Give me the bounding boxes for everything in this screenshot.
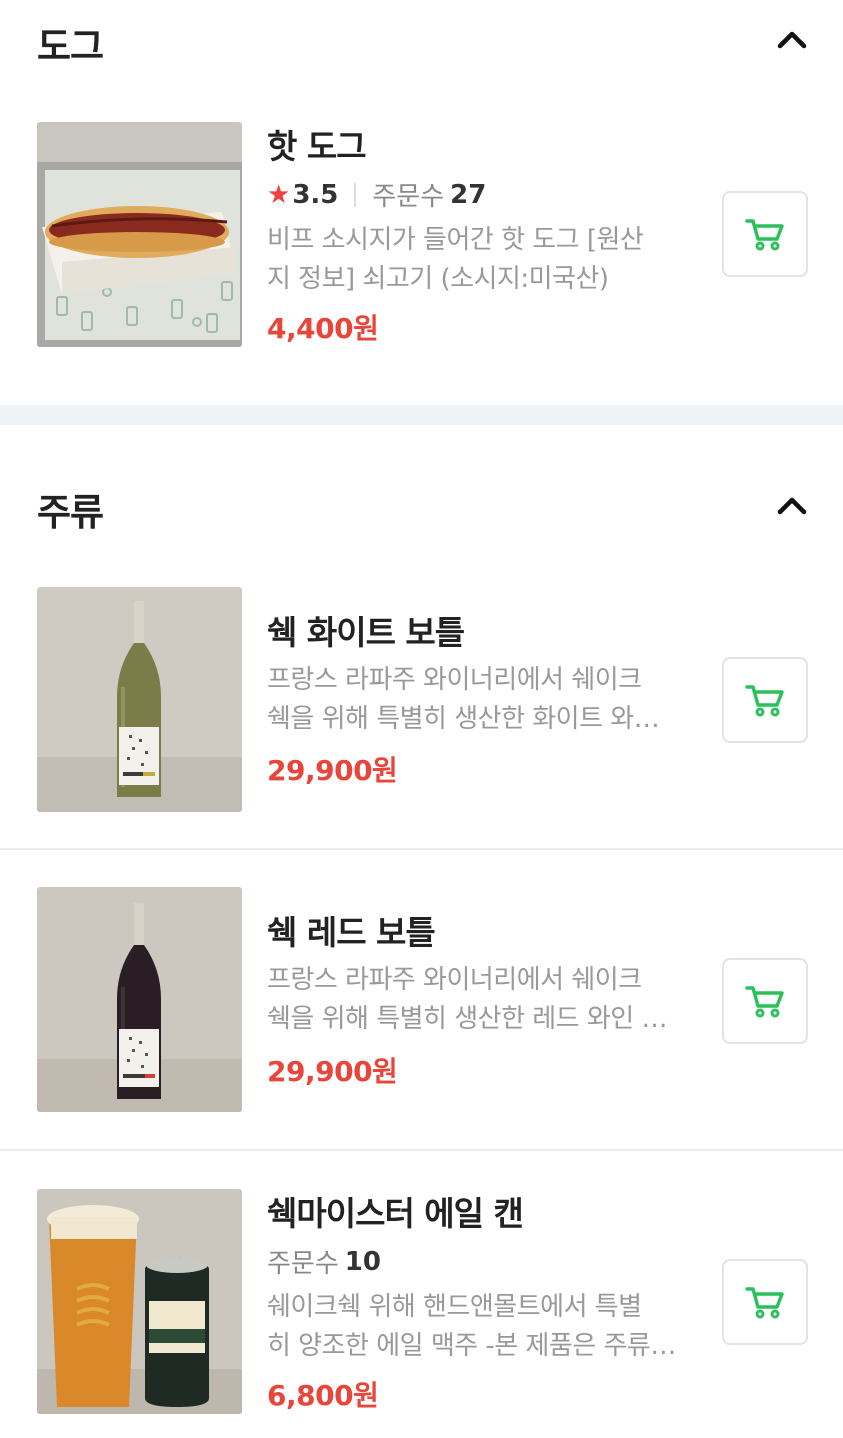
description-line: 쉐이크쉑 위해 핸드앤몰트에서 특별 — [267, 1292, 642, 1322]
orders-label: 주문수 — [267, 1249, 339, 1279]
description-line: 쉑을 위해 특별히 생산한 화이트 와인 한정판입니다 — [267, 704, 682, 734]
rating-value: 3.5 — [292, 179, 339, 210]
section-title: 도그 — [37, 25, 104, 68]
add-to-cart-button[interactable] — [722, 1259, 808, 1345]
item-price: 4,400원 — [267, 312, 379, 345]
add-to-cart-button[interactable] — [722, 657, 808, 743]
description-line: 프랑스 라파주 와이너리에서 쉐이크 — [267, 965, 642, 995]
item-description: 비프 소시지가 들어간 핫 도그 [원산 지 정보] 쇠고기 (소시지:미국산) — [267, 221, 682, 299]
item-name: 쉑마이스터 에일 캔 — [267, 1194, 524, 1233]
chevron-up-icon[interactable] — [777, 494, 807, 516]
white-wine-image — [37, 587, 242, 812]
cart-icon — [745, 219, 784, 251]
item-price: 29,900원 — [267, 754, 398, 787]
ale-can-image — [37, 1189, 242, 1414]
item-meta: 주문수 10 — [267, 1243, 381, 1280]
item-description: 프랑스 라파주 와이너리에서 쉐이크 쉑을 위해 특별히 생산한 레드 와인 한… — [267, 961, 682, 1039]
add-to-cart-button[interactable] — [722, 958, 808, 1044]
section-title: 주류 — [37, 491, 104, 534]
item-price: 6,800원 — [267, 1379, 379, 1412]
description-line: 비프 소시지가 들어간 핫 도그 [원산 — [267, 225, 644, 255]
item-description: 쉐이크쉑 위해 핸드앤몰트에서 특별 히 양조한 에일 맥주 -본 제품은 주류… — [267, 1288, 682, 1366]
description-line: 히 양조한 에일 맥주 -본 제품은 주류입니다 — [267, 1331, 682, 1361]
item-description: 프랑스 라파주 와이너리에서 쉐이크 쉑을 위해 특별히 생산한 화이트 와인 … — [267, 661, 682, 739]
item-divider — [0, 848, 843, 850]
item-meta: ★ 3.5 주문수 27 — [267, 176, 486, 213]
section-header-dog[interactable]: 도그 — [0, 0, 843, 90]
description-line: 쉑을 위해 특별히 생산한 레드 와인 한정판입니다 — [267, 1004, 682, 1034]
orders-count: 27 — [450, 179, 487, 210]
item-name: 쉑 레드 보틀 — [267, 913, 436, 952]
orders-label: 주문수 — [372, 182, 445, 212]
cart-icon — [745, 1287, 784, 1319]
meta-separator — [354, 182, 357, 207]
orders-count: 10 — [344, 1246, 381, 1277]
chevron-up-icon[interactable] — [777, 28, 807, 50]
add-to-cart-button[interactable] — [722, 191, 808, 277]
description-line: 프랑스 라파주 와이너리에서 쉐이크 — [267, 665, 642, 695]
item-price: 29,900원 — [267, 1055, 398, 1088]
cart-icon — [745, 986, 784, 1018]
cart-icon — [745, 685, 784, 717]
hotdog-image — [37, 122, 242, 347]
red-wine-image — [37, 887, 242, 1112]
item-divider — [0, 1149, 843, 1151]
section-header-alcohol[interactable]: 주류 — [0, 466, 843, 556]
item-name: 핫 도그 — [267, 127, 367, 166]
description-line: 지 정보] 쇠고기 (소시지:미국산) — [267, 264, 609, 294]
item-name: 쉑 화이트 보틀 — [267, 613, 465, 652]
section-divider — [0, 405, 843, 425]
star-icon: ★ — [267, 179, 291, 210]
